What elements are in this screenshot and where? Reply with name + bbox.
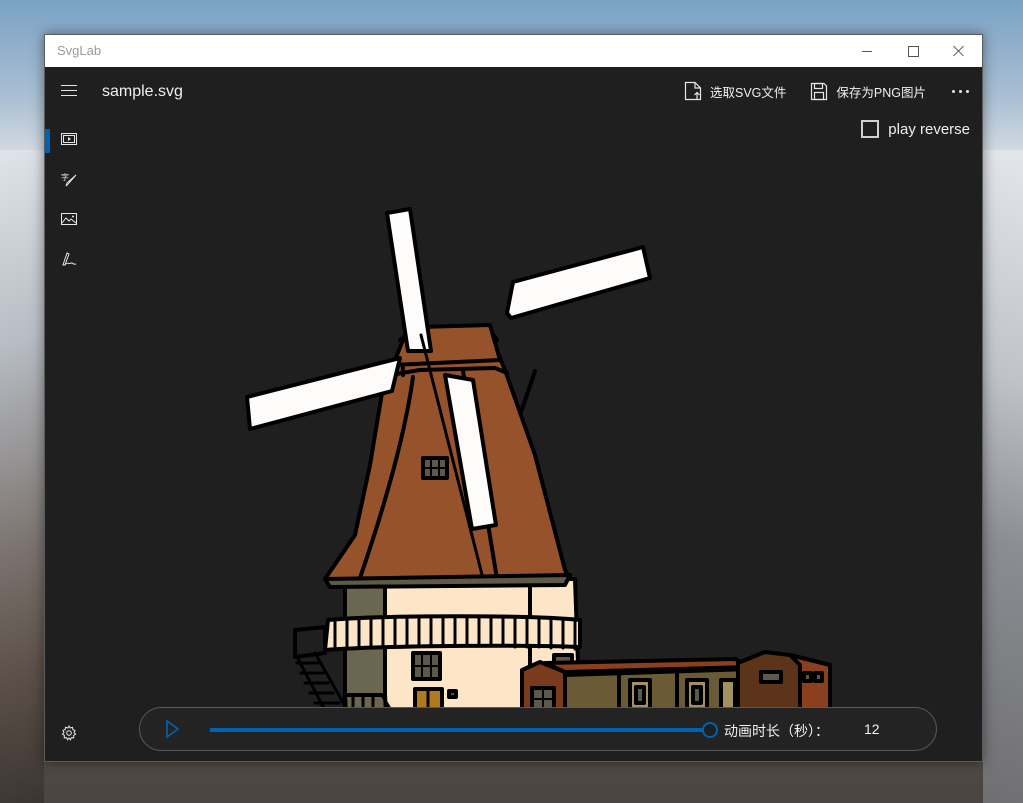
more-dot (958, 89, 962, 93)
nav-item-player[interactable] (45, 119, 93, 159)
desktop-wallpaper-left (0, 150, 44, 803)
close-icon (953, 45, 965, 57)
windmill-illustration (245, 207, 832, 715)
animation-player-bar: 动画时长（秒）： 12 (139, 707, 937, 751)
hamburger-icon-line (61, 95, 77, 96)
select-svg-label: 选取SVG文件 (710, 85, 787, 100)
duration-label: 动画时长（秒）： (724, 723, 829, 739)
hamburger-icon-line (61, 90, 77, 91)
desktop-wallpaper-right (983, 150, 1023, 803)
maximize-icon (907, 45, 919, 57)
save-png-label: 保存为PNG图片 (836, 85, 926, 100)
video-frame-icon (61, 133, 77, 145)
more-options-button[interactable] (938, 75, 982, 107)
text-brush-icon: 字 (61, 172, 77, 187)
hamburger-menu-button[interactable] (61, 85, 77, 97)
app-title: SvgLab (57, 43, 102, 58)
app-window: SvgLab 字 sample.svg 选取SVG文件 保存为PNG图片 pla… (44, 34, 983, 762)
nav-item-text[interactable]: 字 (45, 159, 93, 199)
save-png-button[interactable]: 保存为PNG图片 (798, 75, 938, 107)
gear-icon (61, 725, 77, 741)
slider-thumb[interactable] (702, 722, 718, 738)
sail-top (385, 207, 433, 353)
pen-signature-icon (62, 252, 77, 266)
maximize-button[interactable] (890, 35, 936, 67)
play-reverse-checkbox[interactable]: play reverse (861, 120, 970, 138)
progress-slider[interactable] (210, 721, 718, 739)
balcony (323, 614, 582, 652)
more-dot (965, 89, 969, 93)
nav-item-image[interactable] (45, 199, 93, 239)
nav-item-signature[interactable] (45, 239, 93, 279)
file-name: sample.svg (102, 83, 183, 100)
svg-preview-canvas (245, 207, 832, 715)
play-reverse-label: play reverse (888, 120, 970, 138)
hamburger-icon (61, 85, 77, 86)
title-bar: SvgLab (45, 35, 982, 67)
minimize-icon (862, 50, 872, 52)
checkbox-box[interactable] (861, 120, 880, 138)
minimize-button[interactable] (844, 35, 890, 67)
sail-right (505, 245, 652, 320)
svg-text:字: 字 (61, 172, 69, 182)
image-icon (61, 213, 77, 225)
select-svg-button[interactable]: 选取SVG文件 (672, 75, 798, 107)
close-button[interactable] (936, 35, 982, 67)
command-bar: 选取SVG文件 保存为PNG图片 (672, 75, 982, 107)
nav-rail: 字 (45, 67, 93, 761)
duration-value-input[interactable]: 12 (864, 721, 880, 737)
floppy-save-icon (811, 82, 828, 101)
slider-fill (210, 728, 710, 732)
settings-button[interactable] (45, 713, 93, 753)
file-upload-icon (684, 81, 702, 101)
play-icon[interactable] (162, 719, 182, 739)
more-dots-icon (951, 89, 955, 93)
